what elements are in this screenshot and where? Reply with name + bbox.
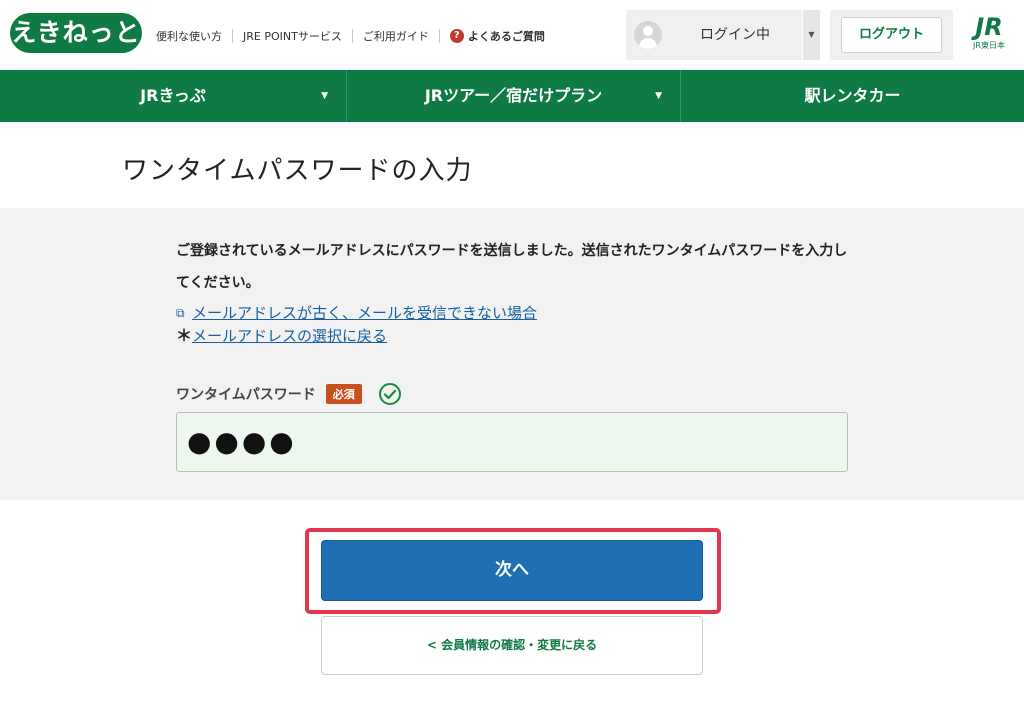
ekinet-logo[interactable]: えきねっと bbox=[10, 13, 142, 53]
user-avatar-icon bbox=[634, 21, 662, 49]
next-button[interactable]: 次へ bbox=[321, 540, 703, 601]
external-link-icon: ⧉ bbox=[176, 306, 185, 320]
main-nav-rentacar[interactable]: 駅レンタカー bbox=[680, 70, 1024, 122]
login-status-label: ログイン中 bbox=[700, 27, 770, 43]
jr-east-logo[interactable]: JR JR東日本 bbox=[964, 14, 1014, 56]
top-nav: 便利な使い方 JRE POINTサービス ご利用ガイド ? よくあるご質問 bbox=[156, 29, 545, 43]
instruction-message: ご登録されているメールアドレスにパスワードを送信しました。送信されたワンタイムパ… bbox=[176, 243, 848, 291]
logout-button[interactable]: ログアウト bbox=[841, 17, 942, 53]
login-status-dropdown[interactable]: ログイン中 ▼ bbox=[626, 10, 820, 60]
otp-field-label-row: ワンタイムパスワード 必須 bbox=[176, 382, 402, 406]
caret-down-icon: ▼ bbox=[321, 91, 328, 101]
cannot-receive-email-link[interactable]: メールアドレスが古く、メールを受信できない場合 bbox=[192, 302, 537, 324]
main-nav-label: JRきっぷ bbox=[140, 86, 206, 105]
nav-divider bbox=[438, 29, 440, 43]
page-title: ワンタイムパスワードの入力 bbox=[122, 156, 473, 186]
nav-link-faq[interactable]: ? よくあるご質問 bbox=[449, 28, 545, 44]
faq-label: よくあるご質問 bbox=[467, 30, 545, 43]
nav-link-how-to-use[interactable]: 便利な使い方 bbox=[156, 28, 222, 44]
chevron-left-icon: < bbox=[426, 638, 437, 652]
back-to-email-select-link[interactable]: メールアドレスの選択に戻る bbox=[192, 325, 387, 347]
main-nav-jr-tickets[interactable]: JRきっぷ ▼ bbox=[0, 70, 346, 122]
back-button-label: 会員情報の確認・変更に戻る bbox=[441, 638, 598, 652]
link-row-cannot-receive: ⧉ メールアドレスが古く、メールを受信できない場合 bbox=[176, 302, 537, 324]
nav-divider bbox=[232, 29, 233, 43]
main-nav-label: JRツアー／宿だけプラン bbox=[424, 86, 603, 105]
jr-logo-mark: JR bbox=[975, 13, 1003, 41]
logout-button-wrapper: ログアウト bbox=[830, 10, 953, 60]
otp-field-label: ワンタイムパスワード bbox=[176, 387, 316, 403]
nav-divider bbox=[351, 29, 353, 43]
main-nav-label: 駅レンタカー bbox=[804, 86, 901, 105]
jr-logo-subtext: JR東日本 bbox=[973, 41, 1005, 50]
back-to-member-info-button[interactable]: < 会員情報の確認・変更に戻る bbox=[321, 616, 703, 675]
otp-password-input[interactable]: ●●●● bbox=[176, 412, 848, 472]
check-circle-icon bbox=[378, 383, 401, 405]
main-nav-jr-tours[interactable]: JRツアー／宿だけプラン ▼ bbox=[346, 70, 680, 122]
question-icon: ? bbox=[449, 29, 464, 43]
nav-link-guide[interactable]: ご利用ガイド bbox=[363, 28, 429, 44]
link-row-back-to-select: ＊ メールアドレスの選択に戻る bbox=[176, 325, 387, 347]
main-nav: JRきっぷ ▼ JRツアー／宿だけプラン ▼ 駅レンタカー bbox=[0, 70, 1024, 122]
required-badge: 必須 bbox=[325, 384, 362, 404]
otp-form-panel: ご登録されているメールアドレスにパスワードを送信しました。送信されたワンタイムパ… bbox=[0, 208, 1024, 500]
caret-down-icon[interactable]: ▼ bbox=[802, 10, 820, 60]
caret-down-icon: ▼ bbox=[655, 91, 662, 101]
site-header: えきねっと 便利な使い方 JRE POINTサービス ご利用ガイド ? よくある… bbox=[0, 0, 1024, 70]
asterisk-icon: ＊ bbox=[176, 326, 193, 345]
nav-link-jre-point[interactable]: JRE POINTサービス bbox=[243, 28, 342, 44]
